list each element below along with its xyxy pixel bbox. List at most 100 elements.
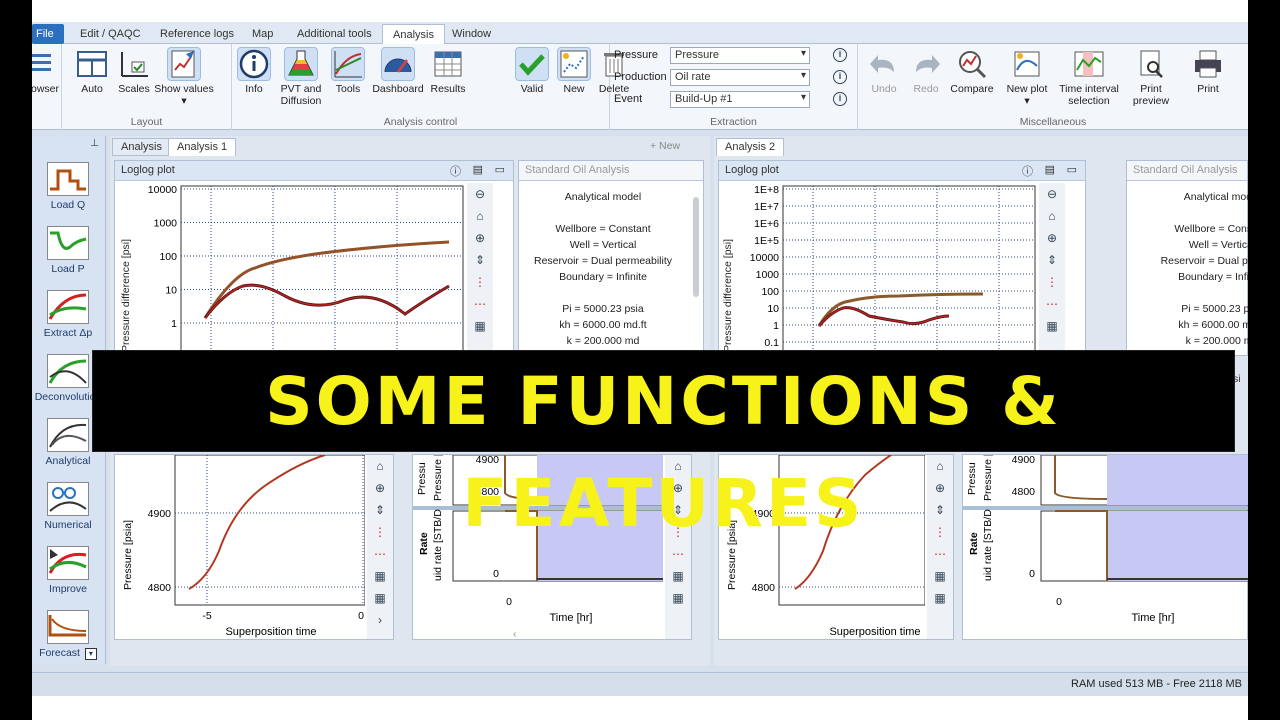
forecast-dropdown-icon[interactable]: ▾ [84,648,97,660]
tools-button[interactable]: Tools [328,47,368,95]
event-info-icon[interactable]: i [833,92,847,106]
pressure-info-icon[interactable]: i [833,48,847,62]
sidebar-item-load-p[interactable]: Load P [32,226,104,275]
loglog-ytick: 1000 [756,269,780,281]
dropdown-arrow-icon: ▾ [1024,95,1030,107]
info-button[interactable]: Info [234,47,274,95]
right-model-text: Analytical model Wellbore = Constant Wel… [1147,189,1248,349]
zoom-out-icon[interactable]: ⊖ [1039,183,1065,205]
tools-label: Tools [335,83,361,95]
loglog-ytick: 0.1 [764,337,779,349]
scales-button[interactable]: Scales [114,48,154,95]
auto-button[interactable]: Auto [72,48,112,95]
deconvolution-icon [47,354,89,388]
zoom-in-icon[interactable]: ⊕ [1039,227,1065,249]
menu-map[interactable]: Map [242,24,283,44]
scroll-left-icon[interactable]: ‹ [513,629,516,640]
model-spacer [519,205,687,221]
zoom-in-icon[interactable]: ⊕ [467,227,493,249]
home-icon[interactable]: ⌂ [1039,205,1065,227]
menu-analysis[interactable]: Analysis [382,24,445,44]
redo-icon [910,48,942,80]
new-plot-label: New plot [1006,83,1048,95]
model-line: k = 200.000 md [1185,335,1248,347]
loglog-ytick: 10 [767,303,779,315]
home-icon[interactable]: ⌂ [467,205,493,227]
menu-reference-logs[interactable]: Reference logs [150,24,244,44]
new-analysis-button[interactable]: New [554,47,594,95]
sidebar-item-extract-dp[interactable]: Extract Δp [32,290,104,339]
production-info-icon[interactable]: i [833,70,847,84]
forecast-icon [47,610,89,644]
table-icon[interactable]: ▦ [665,565,691,587]
left-loglog-header: Loglog plot ⓘ ▤ ▭ [115,161,513,181]
dashboard-label: Dashboard [372,83,424,95]
help-icon[interactable]: ⓘ [450,163,461,179]
menu-edit-qaqc[interactable]: Edit / QAQC [70,24,151,44]
menu-file[interactable]: File [32,24,64,44]
pin-icon[interactable]: ⊥ [90,138,99,149]
export-icon[interactable]: ▤ [1045,163,1055,176]
miscellaneous-group-label: Miscellaneous [1019,116,1087,128]
pressure-select[interactable]: Pressure [670,46,810,64]
loglog-ytick: 100 [761,286,779,298]
production-label: Production [614,71,667,83]
new-plot-button[interactable]: New plot ▾ [1002,48,1052,107]
table-icon[interactable]: ▦ [367,587,393,609]
undo-button[interactable]: Undo [864,48,904,95]
new-tab-button[interactable]: + New [650,140,680,152]
table-icon[interactable]: ▦ [367,565,393,587]
browser-button[interactable]: owser [32,48,62,95]
menu-window[interactable]: Window [442,24,501,44]
horizontal-line-icon[interactable]: ⋯ [467,293,493,315]
right-loglog-ylabel: Pressure difference [psi] [722,239,734,352]
history-xlabel: Time [hr] [1132,612,1175,624]
scroll-right-icon[interactable]: › [367,609,393,631]
help-icon[interactable]: ⓘ [1022,163,1033,179]
sidebar-item-forecast[interactable]: Forecast ▾ [32,610,104,660]
show-values-icon [167,47,201,81]
print-button[interactable]: Print [1188,48,1228,95]
vertical-line-icon[interactable]: ⋮ [1039,271,1065,293]
minimize-icon[interactable]: ▭ [1067,163,1077,176]
pressure-label: Pressure [614,49,659,61]
table-icon[interactable]: ▦ [665,587,691,609]
pan-icon[interactable]: ⇕ [1039,249,1065,271]
table-icon[interactable]: ▦ [927,565,953,587]
sidebar-item-load-q[interactable]: Load Q [32,162,104,211]
pan-icon[interactable]: ⇕ [467,249,493,271]
sidebar-item-label: Forecast [39,647,80,659]
new-analysis-icon [557,47,591,81]
valid-button[interactable]: Valid [512,47,552,95]
dashboard-button[interactable]: Dashboard [372,47,424,95]
tab-analysis[interactable]: Analysis [112,138,171,156]
table-icon[interactable]: ▦ [927,587,953,609]
tab-analysis-2[interactable]: Analysis 2 [716,138,785,156]
vertical-line-icon[interactable]: ⋮ [467,271,493,293]
table-icon[interactable]: ▦ [1039,315,1065,337]
left-model-scrollbar[interactable] [693,197,699,297]
title-bar [32,0,1248,22]
compare-button[interactable]: Compare [948,48,996,95]
info-icon [237,47,271,81]
show-values-button[interactable]: Show values ▾ [154,47,214,107]
status-bar: RAM used 513 MB - Free 2118 MB [32,672,1248,696]
pvt-diffusion-button[interactable]: PVT and Diffusion [276,47,326,107]
event-select[interactable]: Build-Up #1 [670,90,810,108]
undo-label: Undo [871,83,897,95]
model-line: kh = 6000.00 md.ft [559,319,647,331]
export-icon[interactable]: ▤ [473,163,483,176]
tab-analysis-1[interactable]: Analysis 1 [168,138,237,156]
numerical-icon [47,482,89,516]
redo-button[interactable]: Redo [906,48,946,95]
horizontal-line-icon[interactable]: ⋯ [1039,293,1065,315]
minimize-icon[interactable]: ▭ [495,163,505,176]
production-select[interactable]: Oil rate [670,68,810,86]
print-preview-button[interactable]: Print preview [1128,48,1174,107]
history-xlabel: Time [hr] [550,612,593,624]
menu-additional-tools[interactable]: Additional tools [287,24,382,44]
table-icon[interactable]: ▦ [467,315,493,337]
time-interval-selection-button[interactable]: Time interval selection [1056,48,1122,107]
zoom-out-icon[interactable]: ⊖ [467,183,493,205]
results-button[interactable]: Results [426,48,470,95]
